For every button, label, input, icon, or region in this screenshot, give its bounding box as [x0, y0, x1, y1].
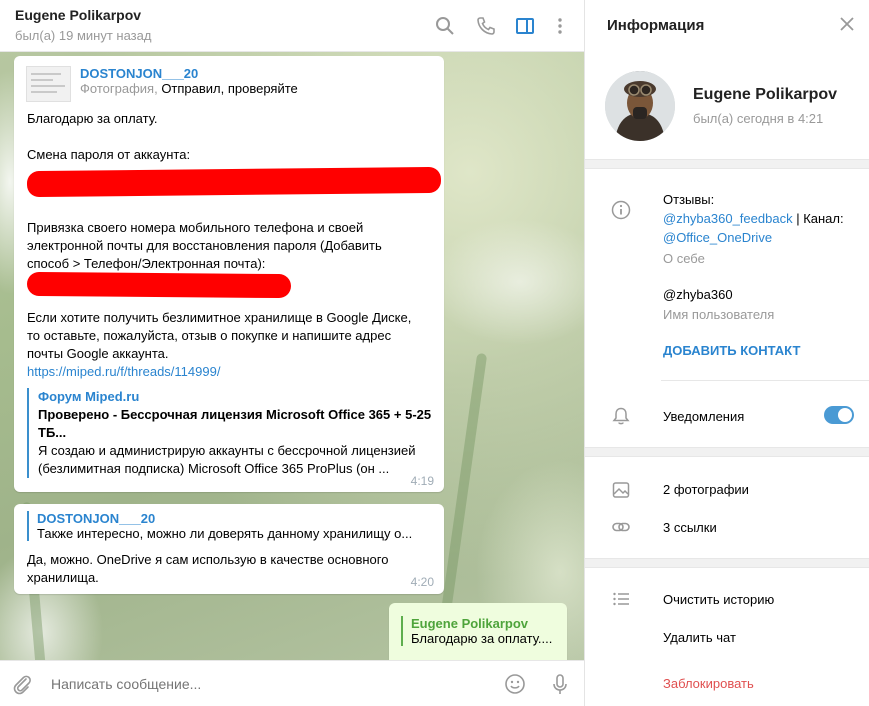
reply-thumbnail: [26, 66, 71, 102]
message-time: 4:19: [410, 474, 434, 488]
username[interactable]: @zhyba360: [663, 285, 733, 304]
message-text: способ > Телефон/Электронная почта):: [27, 256, 266, 271]
preview-description: (безлимитная подписка) Microsoft Office …: [38, 461, 390, 476]
outgoing-message-bubble[interactable]: Eugene Polikarpov Благодарю за оплату...…: [389, 603, 567, 660]
message-link[interactable]: https://miped.ru/f/threads/114999/: [27, 363, 220, 381]
bio-link-feedback[interactable]: @zhyba360_feedback: [663, 211, 793, 226]
divider: [661, 380, 869, 381]
preview-site: Форум Miped.ru: [38, 389, 140, 404]
close-icon[interactable]: [837, 14, 857, 34]
message-text: Если хотите получить безлимитное хранили…: [27, 310, 412, 325]
chat-header: Eugene Polikarpov был(а) 19 минут назад: [0, 0, 584, 52]
notifications-toggle[interactable]: [824, 406, 854, 424]
bio-separator: | Канал:: [796, 211, 844, 226]
microphone-icon[interactable]: [548, 672, 572, 696]
info-title: Информация: [607, 17, 705, 34]
sidebar-toggle-icon[interactable]: [513, 14, 537, 38]
list-icon: [611, 589, 631, 609]
chat-title[interactable]: Eugene Polikarpov: [15, 7, 141, 23]
chat-pane: Eugene Polikarpov был(а) 19 минут назад …: [0, 0, 584, 706]
reply-quote[interactable]: DOSTONJON___20 Также интересно, можно ли…: [27, 511, 412, 541]
more-icon[interactable]: [548, 14, 572, 38]
reply-quote[interactable]: DOSTONJON___20 Фотография, Отправил, про…: [80, 66, 298, 96]
preview-title: Проверено - Бессрочная лицензия Microsof…: [38, 407, 432, 422]
reply-text: Отправил, проверяйте: [161, 81, 298, 96]
attach-icon[interactable]: [10, 672, 34, 696]
chat-wallpaper: DOSTONJON___20 Фотография, Отправил, про…: [0, 52, 584, 660]
bio-line: Отзывы:: [663, 192, 715, 207]
message-text: электронной почты для восстановления пар…: [27, 238, 382, 253]
reply-quote[interactable]: Eugene Polikarpov Благодарю за оплату...…: [401, 616, 552, 646]
photo-icon: [611, 480, 631, 500]
reply-author: Eugene Polikarpov: [411, 616, 529, 631]
message-bubble[interactable]: DOSTONJON___20 Фотография, Отправил, про…: [14, 56, 444, 492]
reply-type: Фотография,: [80, 81, 158, 96]
phone-icon[interactable]: [474, 14, 498, 38]
info-sidebar: Информация Eugene Polikarpov был(а) сего…: [584, 0, 869, 706]
bio-label: О себе: [663, 251, 705, 266]
message-text: то оставьте, пожалуйста, отзыв о покупке…: [27, 328, 392, 343]
message-text: Привязка своего номера мобильного телефо…: [27, 220, 364, 235]
message-text: Смена пароля от аккаунта:: [27, 147, 191, 162]
info-icon: [611, 200, 631, 220]
reply-author: DOSTONJON___20: [37, 511, 156, 526]
username-label: Имя пользователя: [663, 307, 775, 322]
section-separator: [585, 558, 869, 568]
link-preview[interactable]: Форум Miped.ru Проверено - Бессрочная ли…: [27, 388, 432, 478]
bio-link-channel[interactable]: @Office_OneDrive: [663, 228, 772, 247]
notifications-label: Уведомления: [663, 409, 745, 424]
emoji-icon[interactable]: [503, 672, 527, 696]
message-bubble[interactable]: DOSTONJON___20 Также интересно, можно ли…: [14, 504, 444, 594]
reply-author: DOSTONJON___20: [80, 66, 199, 81]
clear-history-button[interactable]: Очистить историю: [663, 590, 774, 609]
redaction-scribble: [26, 271, 292, 299]
section-separator: [585, 447, 869, 457]
links-item[interactable]: 3 ссылки: [663, 518, 717, 537]
message-text: почты Google аккаунта.: [27, 346, 169, 361]
photos-item[interactable]: 2 фотографии: [663, 480, 749, 499]
profile-name: Eugene Polikarpov: [693, 86, 838, 103]
bell-icon: [611, 406, 631, 426]
message-text: Да, можно. OneDrive я сам использую в ка…: [27, 552, 389, 567]
message-text: хранилища.: [27, 570, 99, 585]
link-icon: [611, 517, 631, 537]
block-button[interactable]: Заблокировать: [663, 674, 754, 693]
chat-status: был(а) 19 минут назад: [15, 28, 152, 43]
reply-text: Благодарю за оплату....: [411, 631, 553, 646]
preview-title: ТБ...: [38, 425, 67, 440]
avatar[interactable]: [605, 71, 675, 141]
message-time: 4:20: [410, 575, 434, 589]
preview-description: Я создаю и администрирую аккаунты с бесс…: [38, 443, 416, 458]
redaction-scribble: [26, 166, 442, 198]
add-contact-button[interactable]: ДОБАВИТЬ КОНТАКТ: [663, 343, 800, 358]
section-separator: [585, 159, 869, 169]
message-composer: [0, 660, 584, 706]
profile-status: был(а) сегодня в 4:21: [693, 111, 824, 126]
message-text: Благодарю за оплату.: [27, 111, 158, 126]
reply-text: Также интересно, можно ли доверять данно…: [37, 526, 413, 541]
search-icon[interactable]: [433, 14, 457, 38]
message-input[interactable]: [51, 672, 481, 696]
delete-chat-button[interactable]: Удалить чат: [663, 628, 736, 647]
